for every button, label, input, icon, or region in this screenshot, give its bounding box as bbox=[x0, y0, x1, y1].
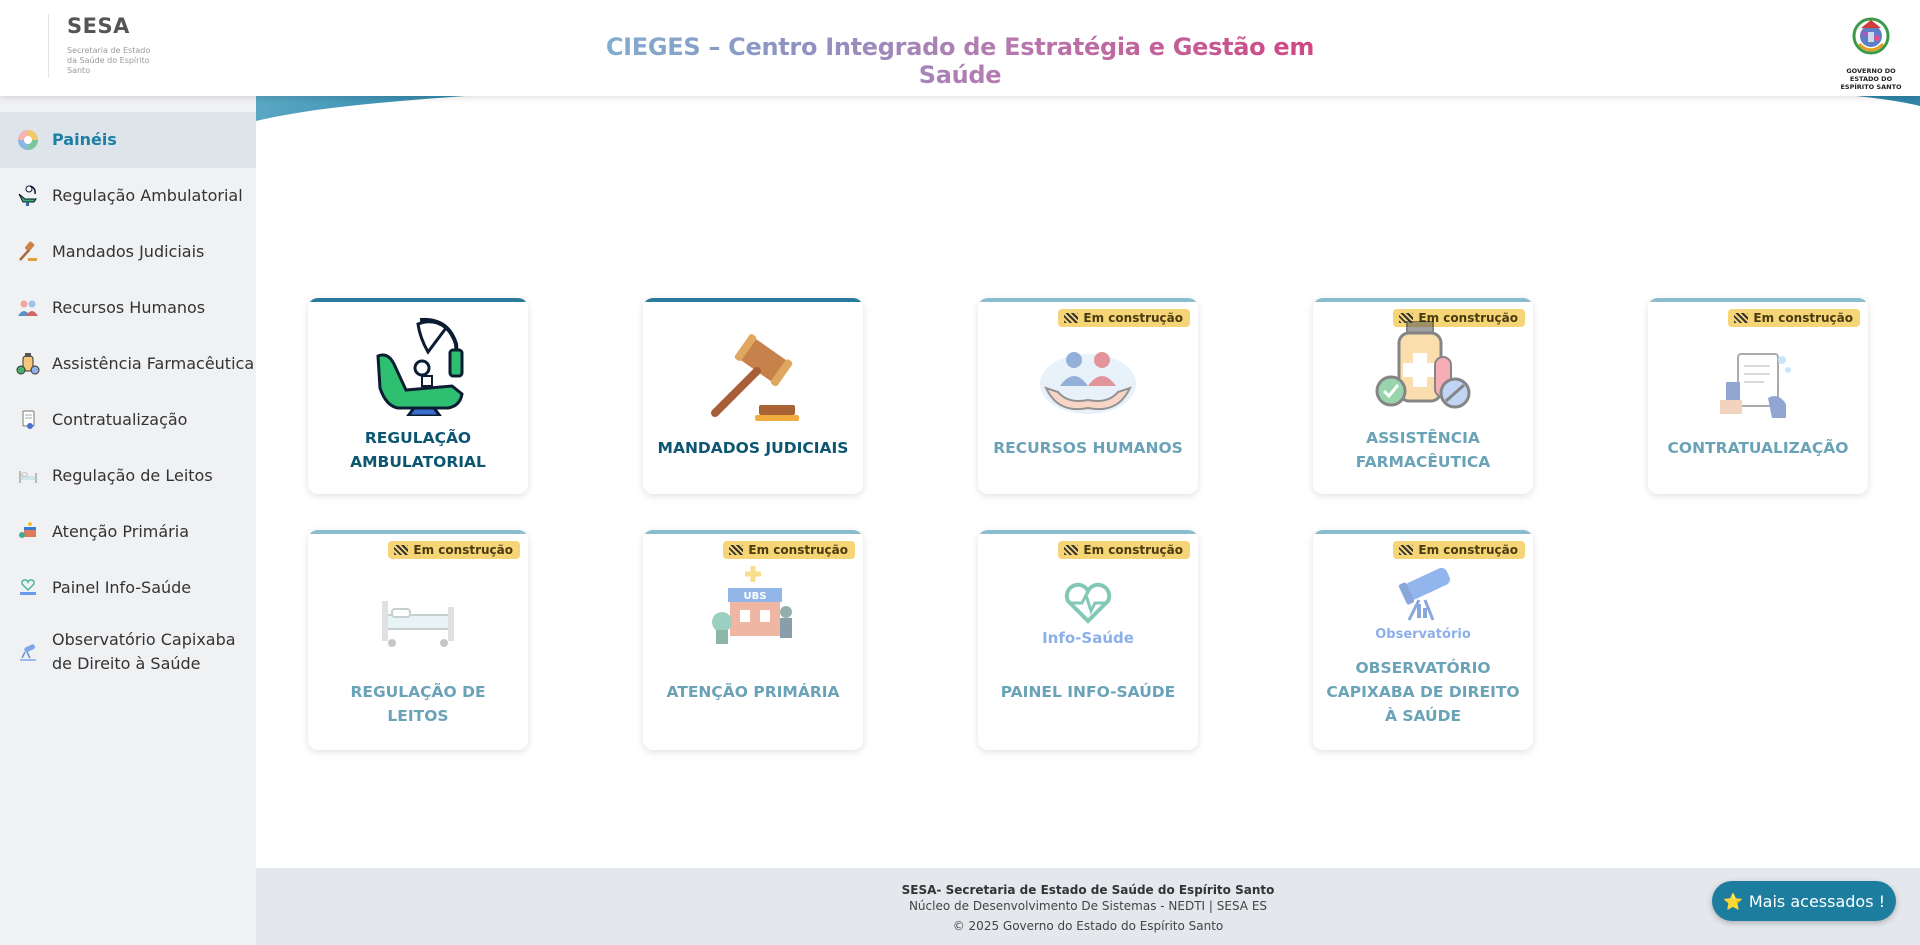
svg-text:Observatório: Observatório bbox=[1375, 627, 1471, 642]
pharmacy-icon bbox=[1368, 316, 1478, 416]
sidebar-item-painel-info-saude[interactable]: Painel Info-Saúde bbox=[0, 560, 256, 616]
card-observatorio[interactable]: Em construção Observatório OBSERVATÓRIO … bbox=[1313, 530, 1533, 750]
page-title: CIEGES – Centro Integrado de Estratégia … bbox=[580, 33, 1340, 89]
sidebar-item-label: Observatório Capixaba de Direito à Saúde bbox=[52, 630, 236, 673]
card-regulacao-ambulatorial[interactable]: REGULAÇÃO AMBULATORIAL bbox=[308, 298, 528, 494]
most-accessed-label: Mais acessados ! bbox=[1748, 891, 1886, 911]
card-title: RECURSOS HUMANOS bbox=[993, 439, 1183, 457]
card-atencao-primaria[interactable]: Em construção UBS ATENÇÃO PRIMÁRIA bbox=[643, 530, 863, 750]
card-mandados-judiciais[interactable]: MANDADOS JUDICIAIS bbox=[643, 298, 863, 494]
card-title: OBSERVATÓRIO CAPIXABA DE DIREITO À SAÚDE bbox=[1326, 659, 1520, 725]
sidebar-item-recursos-humanos[interactable]: Recursos Humanos bbox=[0, 280, 256, 336]
sidebar-item-contratualizacao[interactable]: Contratualização bbox=[0, 392, 256, 448]
card-painel-info-saude[interactable]: Em construção Info-Saúde PAINEL INFO-SAÚ… bbox=[978, 530, 1198, 750]
sidebar-item-paineis[interactable]: Painéis bbox=[0, 112, 256, 168]
sidebar: Painéis Regulação Ambulatorial Mandados … bbox=[0, 96, 256, 945]
svg-text:UBS: UBS bbox=[744, 591, 767, 602]
people-icon bbox=[16, 296, 40, 320]
construction-stripes-icon bbox=[1064, 545, 1079, 555]
card-title: ATENÇÃO PRIMÁRIA bbox=[666, 683, 840, 701]
government-logo: GOVERNO DO ESTADO DO ESPÍRITO SANTO bbox=[1836, 14, 1906, 91]
header-wave bbox=[256, 96, 1920, 121]
hospital-bed-icon bbox=[363, 566, 473, 666]
observatory-icon: Observatório bbox=[1368, 552, 1478, 652]
card-contratualizacao[interactable]: Em construção CONTRATUALIZAÇÃO bbox=[1648, 298, 1868, 494]
sidebar-item-mandados-judiciais[interactable]: Mandados Judiciais bbox=[0, 224, 256, 280]
sidebar-item-label: Painéis bbox=[52, 130, 117, 149]
sidebar-item-atencao-primaria[interactable]: Atenção Primária bbox=[0, 504, 256, 560]
under-construction-badge: Em construção bbox=[1058, 541, 1190, 559]
card-regulacao-de-leitos[interactable]: Em construção REGULAÇÃO DE LEITOS bbox=[308, 530, 528, 750]
construction-stripes-icon bbox=[394, 545, 409, 555]
footer-copyright: © 2025 Governo do Estado do Espírito San… bbox=[952, 919, 1224, 933]
pharmacy-icon bbox=[16, 352, 40, 376]
sidebar-item-regulacao-ambulatorial[interactable]: Regulação Ambulatorial bbox=[0, 168, 256, 224]
hospital-bed-icon bbox=[16, 464, 40, 488]
brand-subtitle: Secretaria de Estado da Saúde do Espírit… bbox=[67, 46, 151, 75]
card-title: ASSISTÊNCIA FARMACÊUTICA bbox=[1355, 429, 1491, 471]
gavel-icon bbox=[698, 328, 808, 428]
info-saude-icon bbox=[16, 576, 40, 600]
construction-stripes-icon bbox=[1734, 313, 1749, 323]
card-assistencia-farmaceutica[interactable]: Em construção ASSISTÊNCIA FARMACÊUTICA bbox=[1313, 298, 1533, 494]
sidebar-item-label: Regulação de Leitos bbox=[52, 466, 213, 485]
under-construction-badge: Em construção bbox=[388, 541, 520, 559]
svg-text:Info-Saúde: Info-Saúde bbox=[1042, 629, 1134, 647]
construction-stripes-icon bbox=[729, 545, 744, 555]
sidebar-item-assistencia-farmaceutica[interactable]: Assistência Farmacêutica bbox=[0, 336, 256, 392]
under-construction-badge: Em construção bbox=[1058, 309, 1190, 327]
footer-org: SESA- Secretaria de Estado de Saúde do E… bbox=[901, 883, 1275, 897]
gavel-icon bbox=[16, 240, 40, 264]
ubs-icon: UBS bbox=[698, 556, 808, 656]
construction-stripes-icon bbox=[1064, 313, 1079, 323]
card-recursos-humanos[interactable]: Em construção RECURSOS HUMANOS bbox=[978, 298, 1198, 494]
sidebar-item-label: Assistência Farmacêutica bbox=[52, 354, 255, 373]
card-title: REGULAÇÃO AMBULATORIAL bbox=[350, 429, 486, 471]
government-logo-text: GOVERNO DO ESTADO DO ESPÍRITO SANTO bbox=[1840, 67, 1902, 91]
most-accessed-button[interactable]: ⭐ Mais acessados ! bbox=[1712, 881, 1896, 921]
info-saude-icon: Info-Saúde bbox=[1033, 560, 1143, 660]
sidebar-item-label: Contratualização bbox=[52, 410, 188, 429]
dental-chair-icon bbox=[16, 184, 40, 208]
brand-name: SESA bbox=[67, 14, 130, 38]
primary-care-icon bbox=[16, 520, 40, 544]
sidebar-item-observatorio[interactable]: Observatório Capixaba de Direito à Saúde bbox=[0, 616, 256, 688]
card-title: MANDADOS JUDICIAIS bbox=[657, 439, 849, 457]
sidebar-item-regulacao-de-leitos[interactable]: Regulação de Leitos bbox=[0, 448, 256, 504]
star-icon: ⭐ bbox=[1722, 891, 1743, 911]
card-title: CONTRATUALIZAÇÃO bbox=[1667, 439, 1849, 457]
government-emblem-icon bbox=[1852, 17, 1890, 55]
sidebar-item-label: Recursos Humanos bbox=[52, 298, 206, 317]
observatory-icon bbox=[16, 640, 40, 664]
under-construction-badge: Em construção bbox=[1728, 309, 1860, 327]
sidebar-item-label: Atenção Primária bbox=[52, 522, 190, 541]
sidebar-item-label: Mandados Judiciais bbox=[52, 242, 205, 261]
top-header: SESA Secretaria de Estado da Saúde do Es… bbox=[0, 0, 1920, 96]
footer-dept: Núcleo de Desenvolvimento De Sistemas - … bbox=[908, 899, 1268, 913]
card-title: PAINEL INFO-SAÚDE bbox=[1000, 683, 1176, 701]
sidebar-item-label: Regulação Ambulatorial bbox=[52, 186, 243, 205]
contract-icon bbox=[1703, 334, 1813, 434]
footer: SESA- Secretaria de Estado de Saúde do E… bbox=[256, 868, 1920, 945]
contract-icon bbox=[16, 408, 40, 432]
sesa-brand[interactable]: SESA Secretaria de Estado da Saúde do Es… bbox=[48, 14, 157, 78]
paineis-icon bbox=[16, 128, 40, 152]
dental-chair-icon bbox=[363, 316, 473, 416]
people-care-icon bbox=[1033, 328, 1143, 428]
sidebar-item-label: Painel Info-Saúde bbox=[52, 578, 192, 597]
card-title: REGULAÇÃO DE LEITOS bbox=[350, 683, 486, 725]
